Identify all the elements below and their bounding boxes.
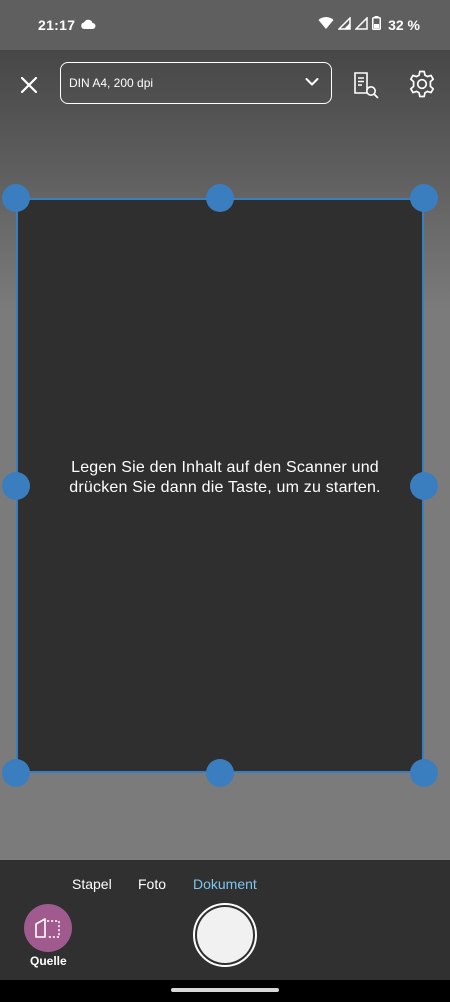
scan-hint-text: Legen Sie den Inhalt auf den Scanner und… bbox=[69, 459, 381, 496]
preset-select[interactable]: DIN A4, 200 dpi bbox=[60, 62, 332, 104]
mode-tab-dokument[interactable]: Dokument bbox=[193, 876, 257, 892]
crop-handle-bottom[interactable] bbox=[206, 759, 234, 787]
gear-icon bbox=[409, 70, 435, 98]
source-label: Quelle bbox=[30, 954, 67, 968]
crop-handle-top[interactable] bbox=[206, 184, 234, 212]
home-indicator[interactable] bbox=[171, 988, 279, 992]
battery-icon bbox=[372, 16, 382, 33]
chevron-down-icon bbox=[305, 76, 319, 90]
navigation-bar bbox=[0, 980, 450, 1002]
shutter-button[interactable] bbox=[193, 903, 257, 967]
close-icon bbox=[20, 76, 38, 94]
preset-select-value: DIN A4, 200 dpi bbox=[69, 76, 154, 90]
battery-level: 32 % bbox=[388, 16, 420, 33]
crop-handle-right[interactable] bbox=[410, 472, 438, 500]
wifi-icon bbox=[318, 16, 334, 33]
crop-handle-left[interactable] bbox=[2, 472, 30, 500]
close-button[interactable] bbox=[14, 70, 44, 100]
shutter-inner bbox=[197, 907, 253, 963]
document-search-icon bbox=[354, 72, 379, 99]
source-button[interactable] bbox=[24, 904, 72, 952]
source-icon bbox=[35, 918, 60, 938]
signal-icon bbox=[354, 15, 368, 33]
status-icons: 32 % bbox=[318, 15, 420, 33]
signal-icon bbox=[337, 15, 351, 33]
mode-tab-foto[interactable]: Foto bbox=[138, 876, 166, 892]
crop-handle-top-left[interactable] bbox=[2, 184, 30, 212]
crop-handle-bottom-left[interactable] bbox=[2, 759, 30, 787]
status-time: 21:17 bbox=[38, 17, 76, 33]
crop-handle-bottom-right[interactable] bbox=[410, 759, 438, 787]
cloud-icon bbox=[80, 17, 96, 33]
crop-handle-top-right[interactable] bbox=[410, 184, 438, 212]
mode-tab-stapel[interactable]: Stapel bbox=[72, 876, 112, 892]
settings-button[interactable] bbox=[406, 68, 438, 100]
document-preview-button[interactable] bbox=[350, 70, 380, 100]
status-bar: 21:17 32 % bbox=[0, 0, 450, 50]
